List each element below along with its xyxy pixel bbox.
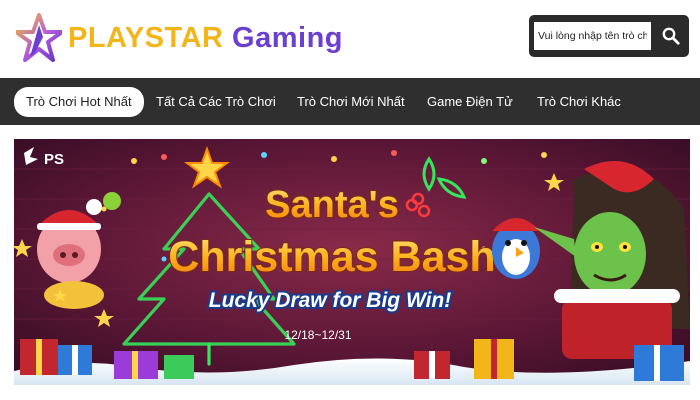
banner-title-line2: Christmas Bash [168, 233, 495, 281]
main-nav: Trò Chơi Hot Nhất Tất Cả Các Trò Chơi Tr… [0, 78, 700, 125]
site-logo[interactable]: PLAYSTAR Gaming [16, 12, 343, 64]
nav-item-hot-games[interactable]: Trò Chơi Hot Nhất [14, 87, 144, 117]
nav-item-all-games[interactable]: Tất Cả Các Trò Chơi [156, 88, 276, 116]
nav-item-other-games[interactable]: Trò Chơi Khác [537, 88, 621, 116]
promo-banner[interactable]: PS Santa's Christmas Bash Lucky Draw for… [14, 139, 690, 385]
banner-brand: PS [44, 151, 64, 168]
search-input[interactable] [534, 22, 651, 50]
banner-subtitle: Lucky Draw for Big Win! [209, 289, 452, 312]
banner-dates: 12/18~12/31 [284, 328, 351, 342]
banner-title-line1: Santa's [265, 184, 399, 226]
nav-item-new-games[interactable]: Trò Chơi Mới Nhất [297, 88, 405, 116]
search-button[interactable] [656, 22, 686, 50]
star-logo-icon [16, 13, 62, 62]
nav-item-slot-games[interactable]: Game Điện Tử [427, 88, 513, 116]
search-box [529, 15, 689, 57]
logo-gaming: Gaming [232, 21, 344, 54]
penguin-character [492, 218, 540, 279]
banner-artwork: PS Santa's Christmas Bash Lucky Draw for… [14, 139, 690, 385]
logo-playstar: PLAYSTAR [68, 21, 224, 54]
search-icon [662, 27, 680, 45]
site-header: PLAYSTAR Gaming [0, 0, 700, 78]
